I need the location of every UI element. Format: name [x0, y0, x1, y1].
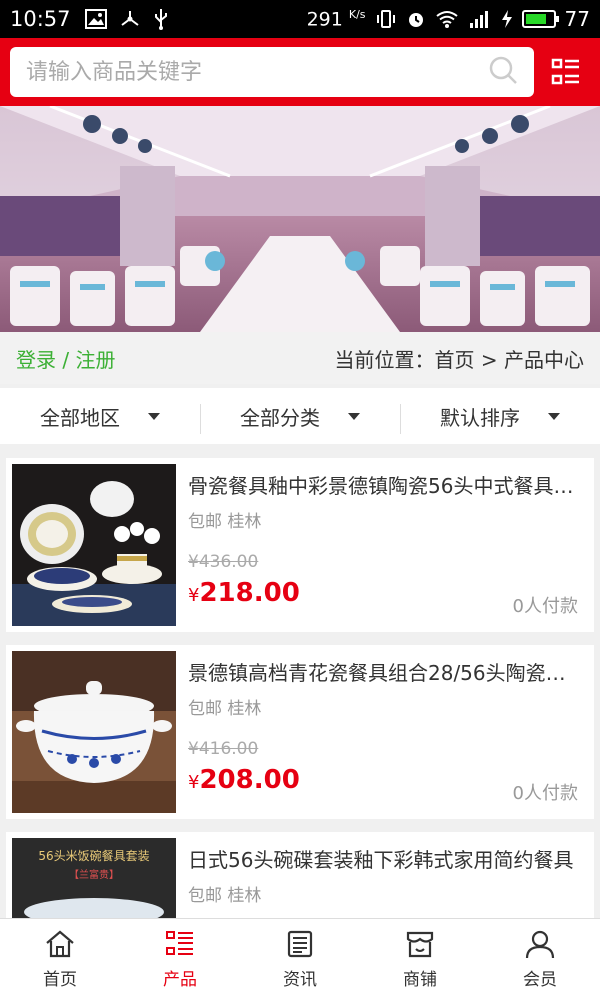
usb-share-icon — [119, 8, 141, 30]
category-menu-button[interactable] — [542, 47, 590, 97]
auth-separator: / — [62, 347, 70, 372]
product-tags: 包邮 桂林 — [188, 886, 262, 906]
product-info: 景德镇高档青花瓷餐具组合28/56头陶瓷碗碟套装 包邮 桂林 ¥416.00 ¥… — [176, 651, 588, 813]
product-info: 日式56头碗碟套装釉下彩韩式家用简约餐具 包邮 桂林 — [176, 838, 588, 912]
product-image[interactable]: 56头米饭碗餐具套装 【兰富贵】 — [12, 838, 176, 918]
user-icon — [525, 930, 555, 959]
home-icon — [46, 930, 74, 958]
status-bar: 10:57 291 K/s 77 — [0, 0, 600, 38]
wifi-icon — [435, 8, 459, 30]
price-value: 208.00 — [199, 765, 300, 795]
tab-member[interactable]: 会员 — [480, 919, 600, 1000]
breadcrumb-row: 登录 / 注册 当前位置：首页 > 产品中心 — [0, 332, 600, 384]
product-image[interactable] — [12, 464, 176, 626]
tab-label: 首页 — [43, 970, 77, 990]
tab-home[interactable]: 首页 — [0, 919, 120, 1000]
search-icon[interactable] — [488, 55, 518, 89]
breadcrumb-current: 产品中心 — [504, 347, 584, 372]
filter-label: 全部地区 — [40, 405, 120, 430]
net-speed: 291 K/s — [306, 7, 366, 31]
battery-level — [525, 14, 546, 24]
login-link[interactable]: 登录 — [16, 348, 56, 372]
sale-price: ¥218.00 — [188, 578, 300, 608]
image-caption: 56头米饭碗餐具套装 — [38, 848, 149, 863]
battery-icon — [521, 10, 559, 28]
search-input[interactable] — [26, 59, 488, 85]
filter-category[interactable]: 全部分类 — [200, 388, 400, 444]
list-icon — [166, 931, 193, 955]
original-price: ¥416.00 — [188, 739, 259, 759]
caret-down-icon — [348, 412, 360, 420]
product-tags: 包邮 桂林 — [188, 699, 262, 719]
filter-region[interactable]: 全部地区 — [0, 388, 200, 444]
paid-count: 0人付款 — [512, 783, 578, 804]
tab-news[interactable]: 资讯 — [240, 919, 360, 1000]
usb-icon — [153, 8, 169, 30]
tab-label: 商铺 — [403, 970, 437, 990]
breadcrumb: 当前位置：首页 > 产品中心 — [335, 344, 584, 373]
currency-symbol: ¥ — [188, 585, 200, 606]
caret-down-icon — [148, 412, 160, 420]
grid-list-icon — [551, 58, 579, 85]
news-icon — [287, 930, 313, 958]
vibrate-icon — [375, 8, 397, 30]
product-title[interactable]: 骨瓷餐具釉中彩景德镇陶瓷56头中式餐具套装 — [188, 470, 578, 499]
product-card[interactable]: 骨瓷餐具釉中彩景德镇陶瓷56头中式餐具套装 包邮 桂林 ¥436.00 ¥218… — [6, 458, 594, 632]
breadcrumb-arrow: > — [480, 347, 498, 372]
tab-label: 会员 — [523, 970, 557, 990]
status-time: 10:57 — [10, 7, 71, 31]
product-title[interactable]: 景德镇高档青花瓷餐具组合28/56头陶瓷碗碟套装 — [188, 657, 578, 686]
location-label: 当前位置： — [334, 347, 435, 372]
filter-label: 默认排序 — [440, 405, 520, 430]
product-card[interactable]: 景德镇高档青花瓷餐具组合28/56头陶瓷碗碟套装 包邮 桂林 ¥416.00 ¥… — [6, 645, 594, 819]
product-tags: 包邮 桂林 — [188, 512, 262, 532]
filter-bar: 全部地区 全部分类 默认排序 — [0, 388, 600, 444]
price-value: 218.00 — [199, 578, 300, 608]
caret-down-icon — [548, 412, 560, 420]
filter-sort[interactable]: 默认排序 — [400, 388, 600, 444]
filter-label: 全部分类 — [240, 405, 320, 430]
image-tag: 【兰富贵】 — [69, 868, 119, 881]
battery-percent: 77 — [564, 7, 590, 31]
image-icon — [84, 8, 107, 30]
product-image[interactable] — [12, 651, 176, 813]
product-title[interactable]: 日式56头碗碟套装釉下彩韩式家用简约餐具 — [188, 844, 578, 873]
auth-links: 登录 / 注册 — [16, 344, 115, 373]
tab-products[interactable]: 产品 — [120, 919, 240, 1000]
charging-icon — [501, 8, 513, 30]
register-link[interactable]: 注册 — [75, 348, 115, 372]
product-card[interactable]: 56头米饭碗餐具套装 【兰富贵】 日式56头碗碟套装釉下彩韩式家用简约餐具 包邮… — [6, 832, 594, 918]
bottom-tab-bar: 首页 产品 资讯 商铺 会员 — [0, 918, 600, 1000]
breadcrumb-home[interactable]: 首页 — [435, 348, 475, 372]
sale-price: ¥208.00 — [188, 765, 300, 795]
notification-icons — [84, 8, 169, 30]
signal-4g-icon — [468, 8, 492, 30]
paid-count: 0人付款 — [512, 596, 578, 617]
alarm-icon — [406, 8, 426, 30]
original-price: ¥436.00 — [188, 552, 259, 572]
search-box[interactable] — [10, 47, 534, 97]
tab-label: 产品 — [163, 970, 197, 990]
store-icon — [406, 931, 434, 958]
product-info: 骨瓷餐具釉中彩景德镇陶瓷56头中式餐具套装 包邮 桂林 ¥436.00 ¥218… — [176, 464, 588, 626]
banner-image[interactable] — [0, 106, 600, 332]
tab-label: 资讯 — [283, 970, 317, 990]
header — [0, 38, 600, 106]
currency-symbol: ¥ — [188, 772, 200, 793]
tab-store[interactable]: 商铺 — [360, 919, 480, 1000]
